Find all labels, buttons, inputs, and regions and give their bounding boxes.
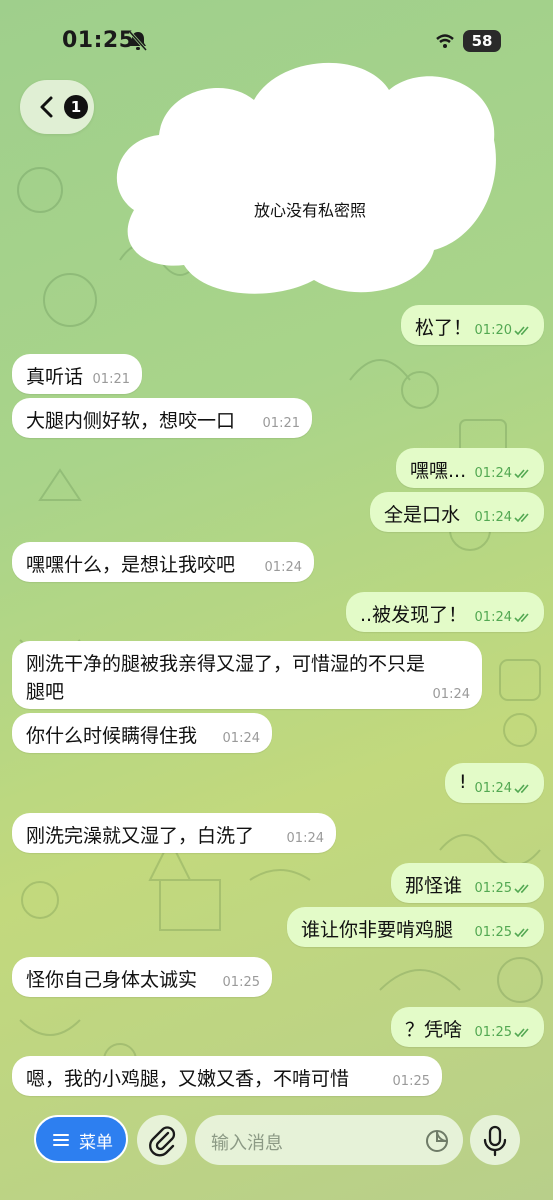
message-text: 真听话 bbox=[26, 366, 84, 388]
message-input[interactable]: 输入消息 bbox=[195, 1115, 463, 1165]
message-bubble-outgoing[interactable]: ..被发现了！ 01:24 bbox=[346, 592, 544, 632]
message-time: 01:20 bbox=[474, 323, 512, 338]
message-bubble-incoming[interactable]: 刚洗完澡就又湿了，白洗了 01:24 bbox=[12, 813, 336, 853]
message-time: 01:21 bbox=[262, 416, 300, 431]
message-bubble-incoming[interactable]: 你什么时候瞒得住我 01:24 bbox=[12, 713, 272, 753]
message-text: 嘿嘿什么，是想让我咬吧 bbox=[26, 554, 236, 576]
message-bubble-incoming[interactable]: 怪你自己身体太诚实 01:25 bbox=[12, 957, 272, 997]
microphone-button[interactable] bbox=[470, 1115, 520, 1165]
microphone-icon bbox=[483, 1125, 507, 1157]
message-text: 嗯，我的小鸡腿，又嫩又香，不啃可惜 bbox=[26, 1068, 350, 1090]
message-time: 01:24 bbox=[222, 731, 260, 746]
message-bubble-incoming[interactable]: 大腿内侧好软，想咬一口 01:21 bbox=[12, 398, 312, 438]
message-text: ..被发现了！ bbox=[360, 604, 468, 626]
message-text: 全是口水 bbox=[384, 504, 461, 526]
message-time: 01:25 bbox=[222, 975, 260, 990]
message-bubble-outgoing[interactable]: 嘿嘿... 01:24 bbox=[396, 448, 544, 488]
message-bubble-outgoing[interactable]: 那怪谁 01:25 bbox=[391, 863, 544, 903]
menu-label: 菜单 bbox=[79, 1133, 113, 1153]
message-bubble-incoming[interactable]: 真听话 01:21 bbox=[12, 354, 142, 394]
double-check-icon bbox=[514, 512, 529, 522]
menu-button[interactable]: 菜单 bbox=[34, 1115, 128, 1163]
message-bubble-incoming[interactable]: 刚洗干净的腿被我亲得又湿了，可惜湿的不只是 腿吧 01:24 bbox=[12, 641, 482, 709]
message-text: 松了！ bbox=[415, 317, 473, 339]
message-bubble-outgoing[interactable]: ？凭啥 01:25 bbox=[391, 1007, 544, 1047]
message-time: 01:25 bbox=[474, 881, 512, 896]
unread-badge: 1 bbox=[64, 95, 88, 119]
message-text-line2: 腿吧 bbox=[26, 681, 65, 703]
message-text: 那怪谁 bbox=[405, 875, 463, 897]
message-time: 01:21 bbox=[92, 372, 130, 387]
overlay-caption: 放心没有私密照 bbox=[253, 201, 366, 220]
message-time: 01:25 bbox=[474, 925, 512, 940]
attach-button[interactable] bbox=[137, 1115, 187, 1165]
message-time: 01:24 bbox=[474, 510, 512, 525]
message-bubble-outgoing[interactable]: 全是口水 01:24 bbox=[370, 492, 544, 532]
message-text: 刚洗完澡就又湿了，白洗了 bbox=[26, 825, 255, 847]
message-time: 01:25 bbox=[474, 1025, 512, 1040]
message-text: 怪你自己身体太诚实 bbox=[26, 969, 198, 991]
message-text: 大腿内侧好软，想咬一口 bbox=[26, 410, 236, 432]
message-bubble-outgoing[interactable]: ! 01:24 bbox=[445, 763, 544, 803]
message-time: 01:24 bbox=[264, 560, 302, 575]
double-check-icon bbox=[514, 325, 529, 335]
message-time: 01:24 bbox=[286, 831, 324, 846]
message-bubble-incoming[interactable]: 嘿嘿什么，是想让我咬吧 01:24 bbox=[12, 542, 314, 582]
menu-icon bbox=[53, 1134, 69, 1146]
message-text: 谁让你非要啃鸡腿 bbox=[301, 919, 454, 941]
message-text: 你什么时候瞒得住我 bbox=[26, 725, 198, 747]
message-time: 01:25 bbox=[392, 1074, 430, 1089]
message-time: 01:24 bbox=[474, 610, 512, 625]
chevron-left-icon bbox=[40, 96, 53, 118]
double-check-icon bbox=[514, 612, 529, 622]
message-bubble-outgoing[interactable]: 松了！ 01:20 bbox=[401, 305, 544, 345]
double-check-icon bbox=[514, 1027, 529, 1037]
message-text: ! bbox=[459, 771, 467, 793]
paperclip-icon bbox=[149, 1126, 176, 1157]
message-input-placeholder: 输入消息 bbox=[211, 1133, 283, 1154]
message-bubble-incoming[interactable]: 嗯，我的小鸡腿，又嫩又香，不啃可惜 01:25 bbox=[12, 1056, 442, 1096]
privacy-cloud-overlay bbox=[116, 62, 496, 294]
double-check-icon bbox=[514, 927, 529, 937]
message-text: ？凭啥 bbox=[405, 1019, 463, 1041]
message-time: 01:24 bbox=[474, 781, 512, 796]
message-time: 01:24 bbox=[432, 687, 470, 702]
message-text: 嘿嘿... bbox=[410, 460, 467, 482]
message-bubble-outgoing[interactable]: 谁让你非要啃鸡腿 01:25 bbox=[287, 907, 544, 947]
message-text-line1: 刚洗干净的腿被我亲得又湿了，可惜湿的不只是 bbox=[26, 653, 426, 675]
double-check-icon bbox=[514, 883, 529, 893]
double-check-icon bbox=[514, 783, 529, 793]
double-check-icon bbox=[514, 468, 529, 478]
message-time: 01:24 bbox=[474, 466, 512, 481]
back-button[interactable]: 1 bbox=[20, 80, 94, 134]
composer-bar: 菜单 输入消息 bbox=[0, 1110, 553, 1200]
sticker-icon[interactable] bbox=[425, 1129, 449, 1153]
